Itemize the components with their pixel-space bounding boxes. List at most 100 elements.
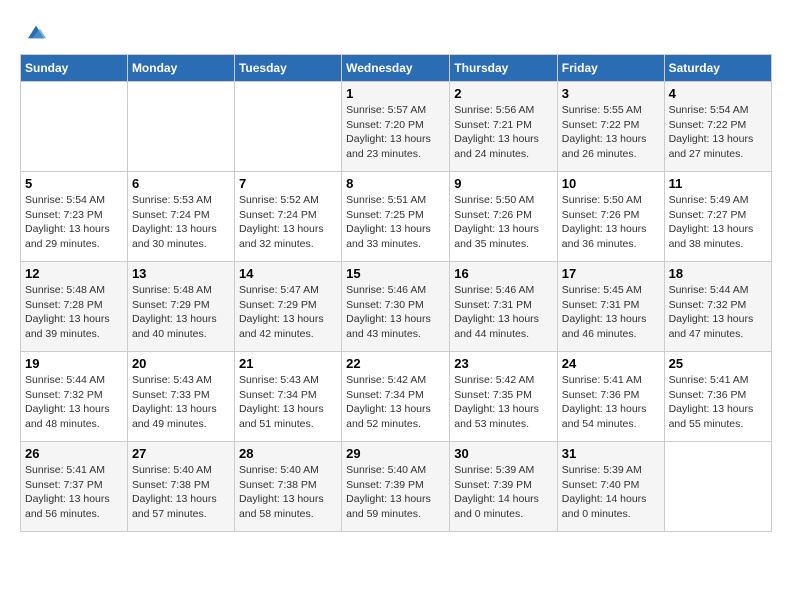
day-info: Sunrise: 5:44 AMSunset: 7:32 PMDaylight:… [25, 373, 123, 432]
day-number: 1 [346, 86, 445, 101]
day-number: 23 [454, 356, 553, 371]
day-info: Sunrise: 5:40 AMSunset: 7:38 PMDaylight:… [132, 463, 230, 522]
calendar-cell: 28Sunrise: 5:40 AMSunset: 7:38 PMDayligh… [234, 442, 341, 532]
day-info: Sunrise: 5:40 AMSunset: 7:38 PMDaylight:… [239, 463, 337, 522]
calendar-cell: 1 Sunrise: 5:57 AMSunset: 7:20 PMDaylight… [342, 82, 450, 172]
calendar-cell: 18Sunrise: 5:44 AMSunset: 7:32 PMDayligh… [664, 262, 771, 352]
logo [20, 20, 48, 44]
header-tuesday: Tuesday [234, 55, 341, 82]
calendar-week-row: 1 Sunrise: 5:57 AMSunset: 7:20 PMDaylight… [21, 82, 772, 172]
logo-icon [24, 20, 48, 44]
calendar-cell: 9 Sunrise: 5:50 AMSunset: 7:26 PMDaylight… [450, 172, 558, 262]
calendar-week-row: 26 Sunrise: 5:41 AMSunset: 7:37 PMDayligh… [21, 442, 772, 532]
calendar-cell: 31Sunrise: 5:39 AMSunset: 7:40 PMDayligh… [557, 442, 664, 532]
calendar-week-row: 12 Sunrise: 5:48 AMSunset: 7:28 PMDayligh… [21, 262, 772, 352]
calendar-cell: 8 Sunrise: 5:51 AMSunset: 7:25 PMDaylight… [342, 172, 450, 262]
day-number: 22 [346, 356, 445, 371]
day-number: 26 [25, 446, 123, 461]
day-number: 9 [454, 176, 553, 191]
day-number: 8 [346, 176, 445, 191]
day-number: 4 [669, 86, 767, 101]
day-number: 10 [562, 176, 660, 191]
day-number: 30 [454, 446, 553, 461]
calendar-cell: 25 Sunrise: 5:41 AMSunset: 7:36 PMDayligh… [664, 352, 771, 442]
calendar-cell: 6 Sunrise: 5:53 AMSunset: 7:24 PMDaylight… [127, 172, 234, 262]
day-number: 19 [25, 356, 123, 371]
day-info: Sunrise: 5:47 AMSunset: 7:29 PMDaylight:… [239, 283, 337, 342]
header-wednesday: Wednesday [342, 55, 450, 82]
day-number: 6 [132, 176, 230, 191]
day-info: Sunrise: 5:41 AMSunset: 7:36 PMDaylight:… [562, 373, 660, 432]
day-number: 17 [562, 266, 660, 281]
day-number: 24 [562, 356, 660, 371]
calendar-header-row: SundayMondayTuesdayWednesdayThursdayFrid… [21, 55, 772, 82]
calendar-cell: 29 Sunrise: 5:40 AMSunset: 7:39 PMDayligh… [342, 442, 450, 532]
calendar-cell: 30 Sunrise: 5:39 AMSunset: 7:39 PMDayligh… [450, 442, 558, 532]
day-number: 14 [239, 266, 337, 281]
day-info: Sunrise: 5:48 AMSunset: 7:28 PMDaylight:… [25, 283, 123, 342]
day-info: Sunrise: 5:46 AMSunset: 7:31 PMDaylight:… [454, 283, 553, 342]
calendar-cell: 23 Sunrise: 5:42 AMSunset: 7:35 PMDayligh… [450, 352, 558, 442]
header-saturday: Saturday [664, 55, 771, 82]
day-info: Sunrise: 5:41 AMSunset: 7:36 PMDaylight:… [669, 373, 767, 432]
calendar-cell: 12 Sunrise: 5:48 AMSunset: 7:28 PMDayligh… [21, 262, 128, 352]
day-info: Sunrise: 5:45 AMSunset: 7:31 PMDaylight:… [562, 283, 660, 342]
calendar-cell [234, 82, 341, 172]
day-number: 11 [669, 176, 767, 191]
day-info: Sunrise: 5:50 AMSunset: 7:26 PMDaylight:… [454, 193, 553, 252]
calendar-cell: 15Sunrise: 5:46 AMSunset: 7:30 PMDayligh… [342, 262, 450, 352]
day-info: Sunrise: 5:57 AMSunset: 7:20 PMDaylight:… [346, 103, 445, 162]
day-info: Sunrise: 5:44 AMSunset: 7:32 PMDaylight:… [669, 283, 767, 342]
calendar-cell: 20 Sunrise: 5:43 AMSunset: 7:33 PMDayligh… [127, 352, 234, 442]
day-info: Sunrise: 5:41 AMSunset: 7:37 PMDaylight:… [25, 463, 123, 522]
calendar-cell: 21 Sunrise: 5:43 AMSunset: 7:34 PMDayligh… [234, 352, 341, 442]
calendar-cell: 26 Sunrise: 5:41 AMSunset: 7:37 PMDayligh… [21, 442, 128, 532]
day-number: 27 [132, 446, 230, 461]
day-number: 21 [239, 356, 337, 371]
day-number: 15 [346, 266, 445, 281]
calendar-cell: 17 Sunrise: 5:45 AMSunset: 7:31 PMDayligh… [557, 262, 664, 352]
calendar-cell: 19 Sunrise: 5:44 AMSunset: 7:32 PMDayligh… [21, 352, 128, 442]
day-info: Sunrise: 5:54 AMSunset: 7:22 PMDaylight:… [669, 103, 767, 162]
header-friday: Friday [557, 55, 664, 82]
calendar-week-row: 19 Sunrise: 5:44 AMSunset: 7:32 PMDayligh… [21, 352, 772, 442]
day-number: 2 [454, 86, 553, 101]
day-info: Sunrise: 5:39 AMSunset: 7:39 PMDaylight:… [454, 463, 553, 522]
day-info: Sunrise: 5:42 AMSunset: 7:34 PMDaylight:… [346, 373, 445, 432]
day-number: 3 [562, 86, 660, 101]
calendar-cell: 5 Sunrise: 5:54 AMSunset: 7:23 PMDaylight… [21, 172, 128, 262]
day-info: Sunrise: 5:40 AMSunset: 7:39 PMDaylight:… [346, 463, 445, 522]
calendar-cell: 10Sunrise: 5:50 AMSunset: 7:26 PMDayligh… [557, 172, 664, 262]
day-number: 29 [346, 446, 445, 461]
calendar-cell [127, 82, 234, 172]
calendar-cell [21, 82, 128, 172]
day-info: Sunrise: 5:42 AMSunset: 7:35 PMDaylight:… [454, 373, 553, 432]
day-info: Sunrise: 5:51 AMSunset: 7:25 PMDaylight:… [346, 193, 445, 252]
calendar-cell: 11 Sunrise: 5:49 AMSunset: 7:27 PMDayligh… [664, 172, 771, 262]
calendar-cell: 2 Sunrise: 5:56 AMSunset: 7:21 PMDaylight… [450, 82, 558, 172]
day-number: 25 [669, 356, 767, 371]
calendar-cell: 14 Sunrise: 5:47 AMSunset: 7:29 PMDayligh… [234, 262, 341, 352]
day-number: 5 [25, 176, 123, 191]
day-info: Sunrise: 5:55 AMSunset: 7:22 PMDaylight:… [562, 103, 660, 162]
calendar-cell: 24 Sunrise: 5:41 AMSunset: 7:36 PMDayligh… [557, 352, 664, 442]
day-info: Sunrise: 5:52 AMSunset: 7:24 PMDaylight:… [239, 193, 337, 252]
calendar-table: SundayMondayTuesdayWednesdayThursdayFrid… [20, 54, 772, 532]
day-number: 16 [454, 266, 553, 281]
day-number: 12 [25, 266, 123, 281]
day-number: 31 [562, 446, 660, 461]
day-number: 7 [239, 176, 337, 191]
header-sunday: Sunday [21, 55, 128, 82]
calendar-cell: 7 Sunrise: 5:52 AMSunset: 7:24 PMDaylight… [234, 172, 341, 262]
day-info: Sunrise: 5:49 AMSunset: 7:27 PMDaylight:… [669, 193, 767, 252]
day-info: Sunrise: 5:53 AMSunset: 7:24 PMDaylight:… [132, 193, 230, 252]
day-info: Sunrise: 5:43 AMSunset: 7:33 PMDaylight:… [132, 373, 230, 432]
page-header [20, 20, 772, 44]
calendar-cell: 3 Sunrise: 5:55 AMSunset: 7:22 PMDaylight… [557, 82, 664, 172]
calendar-cell: 13Sunrise: 5:48 AMSunset: 7:29 PMDayligh… [127, 262, 234, 352]
day-info: Sunrise: 5:54 AMSunset: 7:23 PMDaylight:… [25, 193, 123, 252]
day-info: Sunrise: 5:43 AMSunset: 7:34 PMDaylight:… [239, 373, 337, 432]
calendar-cell: 4 Sunrise: 5:54 AMSunset: 7:22 PMDaylight… [664, 82, 771, 172]
day-number: 20 [132, 356, 230, 371]
day-info: Sunrise: 5:56 AMSunset: 7:21 PMDaylight:… [454, 103, 553, 162]
